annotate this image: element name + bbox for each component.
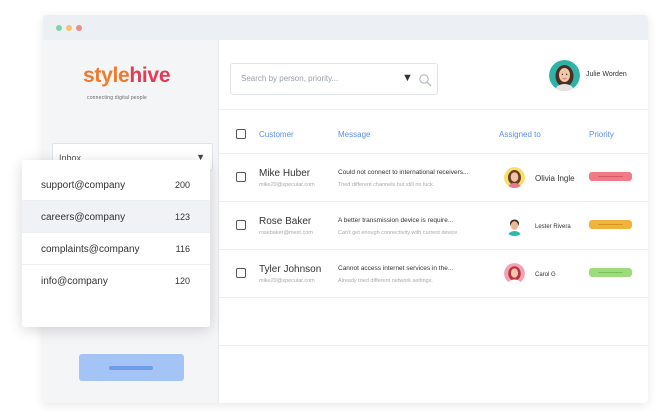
window-dot-green[interactable] bbox=[56, 25, 62, 31]
logo-tagline: connecting digital people bbox=[87, 95, 148, 101]
message-preview: Already tried different network settings… bbox=[338, 278, 433, 284]
message-subject: Could not connect to international recei… bbox=[338, 169, 469, 176]
inbox-dropdown-menu: support@company 200 careers@company 123 … bbox=[22, 160, 210, 327]
column-message[interactable]: Message bbox=[338, 130, 370, 139]
message-preview: Can't get enough connectivity with curre… bbox=[338, 230, 458, 236]
window-dot-red[interactable] bbox=[76, 25, 82, 31]
logo: stylehive bbox=[83, 64, 171, 87]
search-placeholder: Search by person, priority... bbox=[241, 74, 339, 83]
dropdown-item-support[interactable]: support@company 200 bbox=[22, 169, 210, 201]
dropdown-item-careers[interactable]: careers@company 123 bbox=[22, 201, 210, 233]
message-subject: A better transmission device is require.… bbox=[338, 217, 454, 224]
row-checkbox[interactable] bbox=[236, 172, 246, 182]
customer-name: Rose Baker bbox=[259, 216, 312, 227]
column-priority[interactable]: Priority bbox=[589, 130, 614, 139]
title-bar bbox=[43, 15, 648, 40]
assignee-name: Carol G bbox=[535, 272, 556, 278]
customer-email: rosebaker@mext.com bbox=[259, 230, 313, 236]
assignee-name: Lester Rivera bbox=[535, 224, 571, 230]
row-checkbox[interactable] bbox=[236, 220, 246, 230]
priority-indicator bbox=[589, 172, 632, 181]
table-row[interactable]: Rose Baker rosebaker@mext.com A better t… bbox=[219, 202, 648, 250]
assignee-name: Olivia Ingle bbox=[535, 174, 575, 183]
user-name: Julie Worden bbox=[586, 71, 627, 78]
button-label-placeholder bbox=[109, 366, 153, 370]
window-dot-yellow[interactable] bbox=[66, 25, 72, 31]
column-customer[interactable]: Customer bbox=[259, 130, 294, 139]
table-row-empty bbox=[219, 298, 648, 346]
assignee-avatar bbox=[504, 167, 525, 188]
item-count: 116 bbox=[175, 244, 190, 254]
item-count: 120 bbox=[174, 276, 190, 286]
message-subject: Cannot access internet services in the..… bbox=[338, 265, 454, 272]
tickets-table: Customer Message Assigned to Priority Mi… bbox=[219, 110, 648, 346]
table-header: Customer Message Assigned to Priority bbox=[219, 110, 648, 154]
customer-email: mike29@specular.com bbox=[259, 278, 315, 284]
top-bar: Search by person, priority... ▼ Julie Wo… bbox=[219, 40, 648, 110]
priority-indicator bbox=[589, 220, 632, 229]
table-row[interactable]: Tyler Johnson mike29@specular.com Cannot… bbox=[219, 250, 648, 298]
customer-name: Mike Huber bbox=[259, 168, 311, 179]
row-checkbox[interactable] bbox=[236, 268, 246, 278]
search-input[interactable]: Search by person, priority... ▼ bbox=[230, 63, 438, 95]
dropdown-item-complaints[interactable]: complaints@company 116 bbox=[22, 233, 210, 265]
assignee-avatar bbox=[504, 263, 525, 284]
assignee-avatar bbox=[504, 215, 525, 236]
column-assigned[interactable]: Assigned to bbox=[499, 130, 541, 139]
priority-indicator bbox=[589, 268, 632, 277]
item-count: 200 bbox=[174, 180, 190, 190]
user-avatar[interactable] bbox=[549, 60, 580, 91]
table-row[interactable]: Mike Huber mike29@specular.com Could not… bbox=[219, 154, 648, 202]
dropdown-item-info[interactable]: info@company 120 bbox=[22, 265, 210, 297]
item-count: 123 bbox=[174, 212, 190, 222]
search-icon[interactable] bbox=[418, 73, 432, 87]
sidebar-action-button[interactable] bbox=[79, 354, 184, 381]
message-preview: Tried different channels but still no lu… bbox=[338, 182, 435, 188]
customer-name: Tyler Johnson bbox=[259, 264, 322, 275]
select-all-checkbox[interactable] bbox=[236, 129, 246, 139]
caret-down-icon[interactable]: ▼ bbox=[402, 72, 413, 84]
customer-email: mike29@specular.com bbox=[259, 182, 315, 188]
